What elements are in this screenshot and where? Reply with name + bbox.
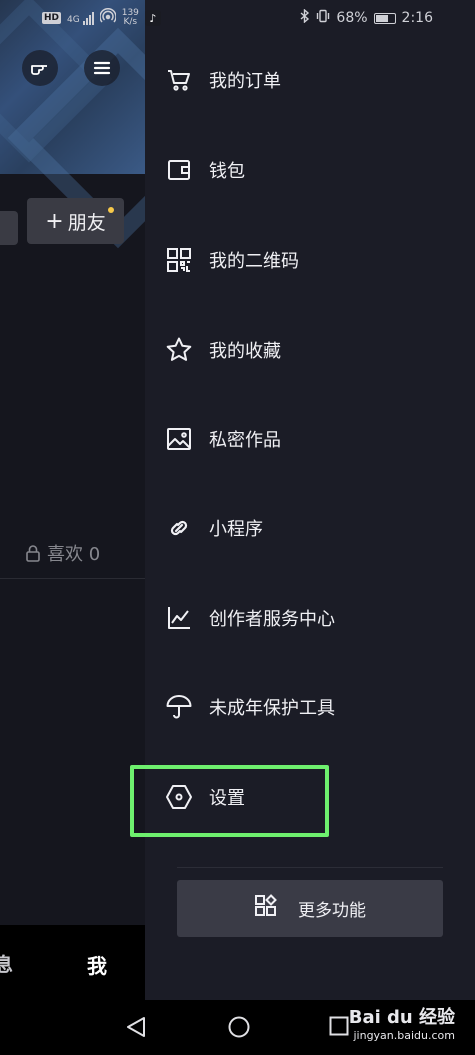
- umbrella-icon: [165, 693, 193, 721]
- network-speed: 139 K/s: [121, 8, 139, 27]
- hotspot-icon: [99, 7, 117, 28]
- watermark-url: jingyan.baidu.com: [353, 1029, 455, 1042]
- hand-point-icon[interactable]: [22, 50, 58, 86]
- add-friend-label: 朋友: [67, 211, 106, 234]
- more-features-label: 更多功能: [298, 901, 366, 921]
- status-bar: HD 4G 139 K/s ♪ 68% 2:16: [0, 0, 475, 34]
- image-icon: [165, 425, 193, 453]
- chart-line-icon: [165, 604, 193, 632]
- settings-highlight-box: [130, 765, 329, 837]
- star-icon: [165, 336, 193, 364]
- menu-icon[interactable]: [84, 50, 120, 86]
- menu-item-label: 创作者服务中心: [209, 609, 335, 630]
- bluetooth-icon: [300, 8, 310, 27]
- menu-item-creator-center[interactable]: 创作者服务中心: [165, 593, 455, 643]
- battery-percent: 68%: [336, 10, 368, 26]
- tab-divider: [0, 578, 145, 579]
- menu-item-private-works[interactable]: 私密作品: [165, 414, 455, 464]
- menu-item-label: 我的收藏: [209, 341, 281, 362]
- add-friend-button[interactable]: + 朋友: [27, 198, 124, 244]
- nav-messages[interactable]: 息: [0, 950, 13, 977]
- more-features-button[interactable]: 更多功能: [177, 880, 443, 937]
- menu-item-label: 未成年保护工具: [209, 698, 335, 719]
- lock-icon: [26, 545, 40, 562]
- menu-item-qr-code[interactable]: 我的二维码: [165, 235, 455, 285]
- tiktok-icon: ♪: [144, 10, 161, 26]
- menu-item-minor-protection[interactable]: 未成年保护工具: [165, 682, 455, 732]
- edit-profile-button[interactable]: [0, 211, 18, 245]
- baidu-jingyan-watermark: Bai du 经验 jingyan.baidu.com: [349, 1003, 455, 1042]
- wallet-icon: [165, 156, 193, 184]
- home-icon[interactable]: [227, 1015, 251, 1043]
- profile-page: + 朋友 喜欢 0 息 我: [0, 0, 145, 1055]
- recent-apps-icon[interactable]: [328, 1015, 350, 1041]
- nav-me[interactable]: 我: [87, 950, 107, 979]
- watermark-brand: Bai du 经验: [348, 1007, 455, 1028]
- shopping-cart-icon: [165, 66, 193, 94]
- notification-dot: [108, 207, 114, 213]
- plus-icon: +: [45, 208, 64, 234]
- menu-item-favorites[interactable]: 我的收藏: [165, 325, 455, 375]
- menu-item-orders[interactable]: 我的订单: [165, 55, 455, 105]
- clock: 2:16: [401, 10, 433, 26]
- likes-tab-label: 喜欢 0: [47, 544, 101, 565]
- back-icon[interactable]: [125, 1015, 147, 1043]
- battery-icon: [373, 12, 396, 24]
- signal-4g: 4G: [67, 11, 94, 25]
- link-icon: [165, 514, 193, 542]
- menu-item-label: 小程序: [209, 519, 263, 540]
- hd-badge: HD: [42, 12, 62, 24]
- menu-item-label: 钱包: [209, 161, 245, 182]
- menu-item-label: 我的订单: [209, 71, 281, 92]
- apps-grid-icon: [254, 894, 278, 923]
- qr-code-icon: [165, 246, 193, 274]
- menu-item-wallet[interactable]: 钱包: [165, 145, 455, 195]
- menu-item-label: 我的二维码: [209, 251, 299, 272]
- bottom-navigation: [0, 925, 145, 1000]
- drawer-divider: [177, 867, 443, 868]
- vibrate-icon: [316, 9, 330, 27]
- menu-item-label: 私密作品: [209, 430, 281, 451]
- menu-item-mini-programs[interactable]: 小程序: [165, 503, 455, 553]
- likes-tab[interactable]: 喜欢 0: [25, 540, 100, 566]
